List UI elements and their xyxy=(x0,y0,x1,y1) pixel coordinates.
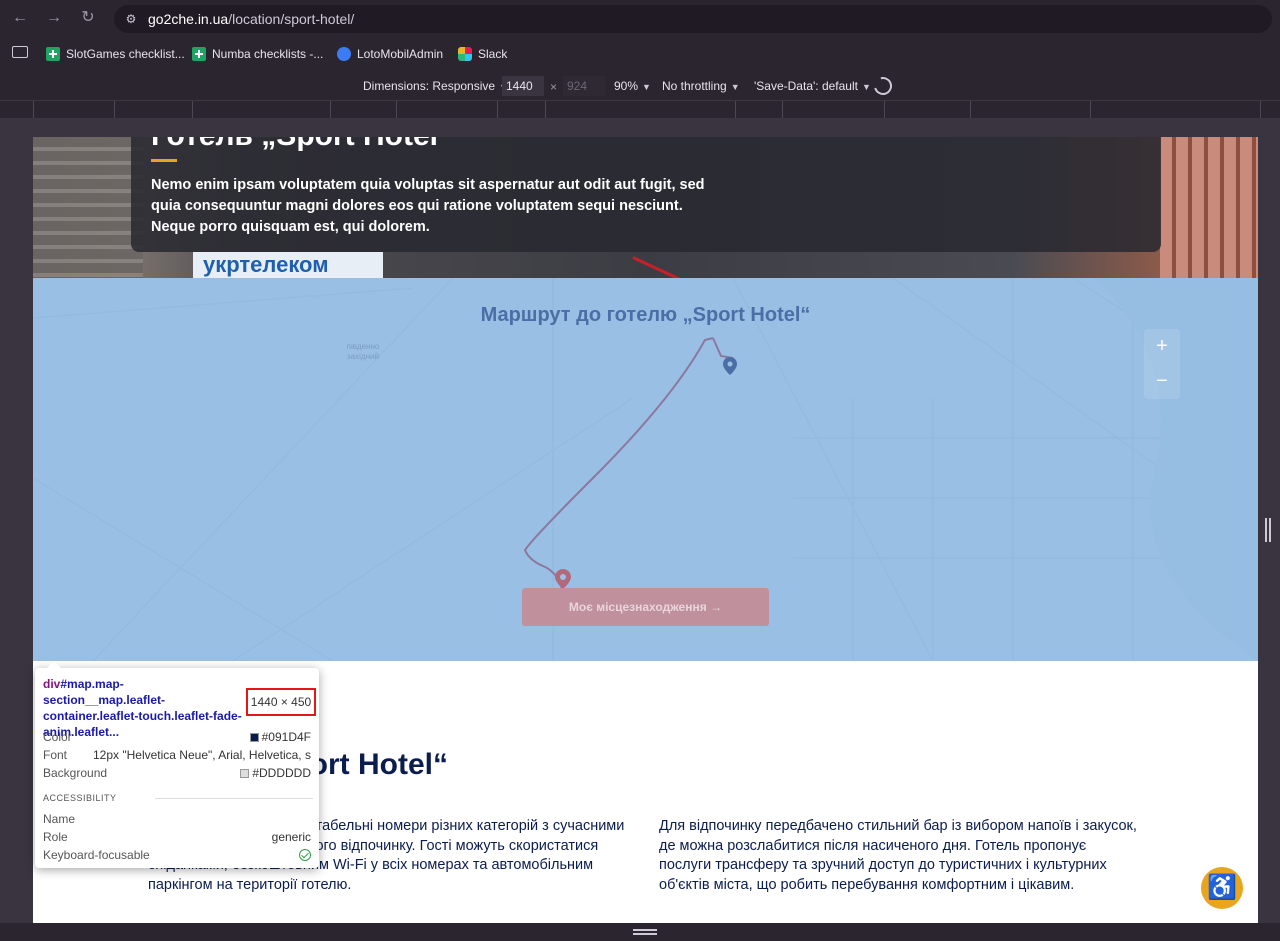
accessibility-header: ACCESSIBILITY xyxy=(43,793,117,803)
focusable-row: Keyboard-focusable xyxy=(43,848,311,862)
role-row: Role generic xyxy=(43,830,311,844)
sheets-icon xyxy=(192,47,206,61)
my-location-button[interactable]: Моє місцезнаходження → xyxy=(522,588,769,626)
media-query-ruler xyxy=(0,100,1280,118)
bookmark-slack[interactable]: Slack xyxy=(458,46,507,62)
arrow-right-icon: → xyxy=(710,600,723,614)
map-title: Маршрут до готелю „Sport Hotel“ xyxy=(480,304,811,326)
loto-icon xyxy=(337,47,351,61)
color-swatch xyxy=(249,732,259,742)
zoom-control: + − xyxy=(1144,329,1180,399)
url-text: go2che.in.ua/location/sport-hotel/ xyxy=(148,11,355,27)
ukrtelecom-sign: укртелеком xyxy=(193,252,383,278)
hero-underline xyxy=(151,159,177,162)
bookmark-slotgames[interactable]: SlotGames checklist... xyxy=(46,46,185,62)
save-data-dropdown[interactable]: 'Save-Data': default ▼ xyxy=(754,79,871,93)
dimensions-dropdown[interactable]: Dimensions: Responsive▼ xyxy=(363,79,508,93)
hotel-marker-icon[interactable] xyxy=(723,357,737,375)
times-sign: × xyxy=(550,80,558,94)
district-label: південно західний xyxy=(346,342,380,361)
hero-photo-right xyxy=(1160,137,1258,278)
hero-card: Готель „Sport Hotel“ Nemo enim ipsam vol… xyxy=(131,137,1161,252)
name-row: Name xyxy=(43,812,76,826)
background-swatch xyxy=(240,768,250,778)
hero-text: Nemo enim ipsam voluptatem quia voluptas… xyxy=(151,177,705,235)
forward-arrow-icon[interactable]: → xyxy=(44,8,64,28)
background-row: Background #DDDDDD xyxy=(43,766,311,780)
hero-title: Готель „Sport Hotel“ xyxy=(151,137,453,153)
height-input[interactable]: 924 xyxy=(563,76,605,96)
route-map[interactable]: південно західний Маршрут до готелю „Spo… xyxy=(33,278,1258,661)
slack-icon xyxy=(458,47,472,61)
zoom-in-button[interactable]: + xyxy=(1144,329,1180,364)
resize-handle-bottom[interactable] xyxy=(633,929,657,935)
divider xyxy=(155,798,313,799)
font-row: Font 12px "Helvetica Neue", Arial, Helvet… xyxy=(43,748,311,762)
description-right: Для відпочинку передбачено стильний бар … xyxy=(659,818,1137,893)
site-settings-icon[interactable]: ⚙ xyxy=(122,10,140,28)
inspector-tooltip: div#map.map-section__map.leaflet-contain… xyxy=(35,661,319,868)
resize-handle-right[interactable] xyxy=(1265,518,1271,542)
color-row: Color #091D4F xyxy=(43,730,311,744)
back-arrow-icon[interactable]: ← xyxy=(10,8,30,28)
zoom-out-button[interactable]: − xyxy=(1144,364,1180,399)
hero-section: укртелеком Готель „Sport Hotel“ Nemo eni… xyxy=(33,137,1258,293)
check-icon xyxy=(299,849,311,861)
sheets-icon xyxy=(46,47,60,61)
folder-icon[interactable] xyxy=(12,46,28,58)
zoom-dropdown[interactable]: 90% ▼ xyxy=(614,79,651,93)
accessibility-icon[interactable]: ♿ xyxy=(1201,867,1243,909)
reload-icon[interactable]: ↻ xyxy=(78,8,98,28)
address-bar-row: ← → ↻ ⚙ go2che.in.ua/location/sport-hote… xyxy=(0,0,1280,36)
throttling-dropdown[interactable]: No throttling ▼ xyxy=(662,79,740,93)
url-input[interactable]: ⚙ go2che.in.ua/location/sport-hotel/ xyxy=(114,5,1272,33)
user-marker-icon[interactable] xyxy=(555,569,571,589)
bookmark-lotomobiladmin[interactable]: LotoMobilAdmin xyxy=(337,46,443,62)
element-size: 1440 × 450 xyxy=(246,688,316,716)
bookmark-numba[interactable]: Numba checklists -... xyxy=(192,46,323,62)
hero-photo-left xyxy=(33,137,143,278)
width-input[interactable]: 1440 xyxy=(502,76,544,96)
